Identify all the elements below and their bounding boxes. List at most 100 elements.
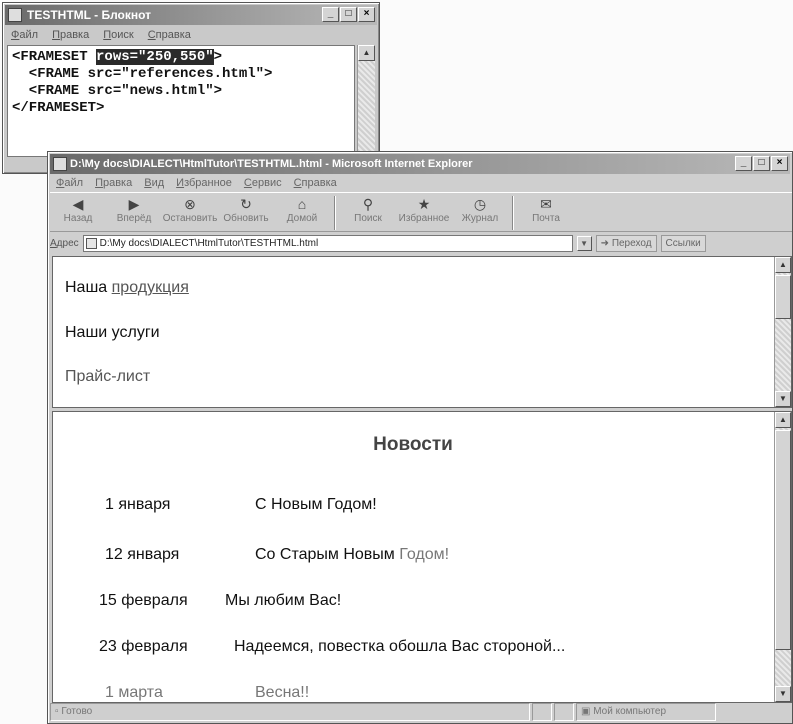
notepad-scrollbar[interactable]: ▲: [357, 45, 375, 157]
status-zone: ▣ Мой компьютер: [576, 703, 716, 721]
browser-minimize-button[interactable]: _: [735, 156, 752, 171]
maximize-button[interactable]: □: [340, 7, 357, 22]
menu-view[interactable]: Вид: [144, 174, 164, 192]
menu-edit[interactable]: Правка: [52, 26, 89, 44]
browser-menubar: Файл Правка Вид Избранное Сервис Справка: [50, 174, 790, 192]
browser-close-button[interactable]: ×: [771, 156, 788, 171]
go-button[interactable]: ➜ Переход: [595, 235, 657, 252]
products-line: Наша продукция: [65, 279, 189, 297]
news-date: 23 февраля: [99, 638, 188, 655]
favorites-icon: ★: [417, 196, 431, 212]
menu-favorites[interactable]: Избранное: [176, 174, 232, 192]
search-icon: ⚲: [362, 196, 374, 212]
notepad-title: TESTHTML - Блокнот: [27, 8, 152, 22]
browser-toolbar: ◀ Назад ▶ Вперёд ⊗ Остановить ↻ Обновить ⌂ До…: [50, 192, 792, 232]
menu-file[interactable]: Файл: [11, 26, 38, 44]
ie-app-icon: [53, 157, 67, 171]
scroll-up-button[interactable]: ▲: [775, 412, 791, 428]
news-text: С Новым Годом!: [255, 496, 377, 513]
go-arrow-icon: ➜: [600, 238, 610, 249]
home-label: Домой: [286, 213, 318, 224]
minimize-button[interactable]: _: [322, 7, 339, 22]
code-selection: rows="250,550": [96, 49, 214, 65]
news-row: 15 февраля Мы любим Вас!: [99, 592, 341, 610]
scroll-thumb[interactable]: [775, 430, 791, 650]
favorites-label: Избранное: [398, 213, 450, 224]
history-label: Журнал: [461, 213, 499, 224]
notepad-text-area[interactable]: <FRAMESET rows="250,550"> <FRAME src="re…: [7, 45, 355, 157]
news-row: 1 января С Новым Годом!: [105, 496, 377, 514]
menu-help[interactable]: Справка: [148, 26, 191, 44]
browser-title: D:\My docs\DIALECT\HtmlTutor\TESTHTML.ht…: [70, 158, 473, 170]
scroll-up-button[interactable]: ▲: [775, 257, 791, 273]
close-button[interactable]: ×: [358, 7, 375, 22]
products-link[interactable]: продукция: [112, 279, 189, 296]
status-zone-label: Мой компьютер: [593, 706, 667, 717]
links-button[interactable]: Ссылки: [660, 235, 706, 252]
code-line-1-prefix: <FRAMESET: [12, 49, 97, 65]
history-icon: ◷: [473, 196, 487, 212]
home-icon: ⌂: [297, 196, 307, 212]
back-button[interactable]: ◀ Назад: [50, 193, 106, 231]
notepad-app-icon: [8, 8, 22, 22]
news-date: 12 января: [105, 546, 180, 563]
menu-search[interactable]: Поиск: [103, 26, 133, 44]
news-row: 23 февраля Надеемся, повестка обошла Вас …: [99, 638, 565, 656]
scroll-down-button[interactable]: ▼: [775, 686, 791, 702]
price-list-link[interactable]: Прайс-лист: [65, 368, 150, 386]
stop-button[interactable]: ⊗ Остановить: [162, 193, 218, 231]
scroll-thumb[interactable]: [775, 275, 791, 319]
code-line-2: <FRAME src="references.html">: [12, 66, 273, 82]
back-label: Назад: [63, 213, 93, 224]
forward-arrow-icon: ▶: [128, 196, 140, 212]
search-button[interactable]: ⚲ Поиск: [340, 193, 396, 231]
page-icon: ▫: [55, 706, 59, 717]
home-button[interactable]: ⌂ Домой: [274, 193, 330, 231]
refresh-button[interactable]: ↻ Обновить: [218, 193, 274, 231]
refresh-icon: ↻: [240, 196, 252, 212]
frame-news: Новости 1 января С Новым Годом! 12 января…: [52, 411, 792, 703]
toolbar-separator: [334, 196, 336, 230]
stop-label: Остановить: [162, 213, 218, 224]
status-text: ▫ Готово: [50, 703, 530, 721]
news-date: 1 января: [105, 496, 171, 513]
mail-button[interactable]: ✉ Почта: [518, 193, 574, 231]
products-prefix: Наша: [65, 279, 112, 296]
browser-window: D:\My docs\DIALECT\HtmlTutor\TESTHTML.ht…: [47, 151, 793, 724]
favorites-button[interactable]: ★ Избранное: [396, 193, 452, 231]
news-heading: Новости: [373, 434, 453, 455]
forward-button[interactable]: ▶ Вперёд: [106, 193, 162, 231]
status-bar: ▫ Готово ▣ Мой компьютер: [50, 703, 792, 721]
notepad-titlebar[interactable]: TESTHTML - Блокнот _ □ ×: [5, 5, 377, 25]
news-text: Надеемся, повестка обошла Вас стороной..…: [234, 638, 566, 655]
page-icon: [85, 238, 97, 249]
browser-maximize-button[interactable]: □: [753, 156, 770, 171]
browser-titlebar[interactable]: D:\My docs\DIALECT\HtmlTutor\TESTHTML.ht…: [50, 154, 790, 174]
toolbar-separator: [512, 196, 514, 230]
code-line-4: </FRAMESET>: [12, 100, 105, 116]
history-button[interactable]: ◷ Журнал: [452, 193, 508, 231]
news-date: 15 февраля: [99, 592, 188, 609]
news-text: Весна!!: [255, 684, 310, 701]
address-value: D:\My docs\DIALECT\HtmlTutor\TESTHTML.ht…: [99, 238, 319, 249]
menu-edit[interactable]: Правка: [95, 174, 132, 192]
frame-top-scrollbar[interactable]: ▲ ▼: [774, 257, 791, 407]
scroll-up-button[interactable]: ▲: [358, 45, 375, 61]
address-dropdown-button[interactable]: ▼: [576, 236, 592, 251]
menu-file[interactable]: Файл: [56, 174, 83, 192]
code-line-1-suffix: >: [213, 49, 223, 65]
stop-icon: ⊗: [184, 196, 196, 212]
scroll-down-button[interactable]: ▼: [775, 391, 791, 407]
services-text: Наши услуги: [65, 324, 160, 341]
price-list-label: Прайс-лист: [65, 368, 151, 385]
frame-bottom-scrollbar[interactable]: ▲ ▼: [774, 412, 791, 702]
menu-tools[interactable]: Сервис: [244, 174, 282, 192]
status-cell: [554, 703, 574, 721]
menu-help[interactable]: Справка: [294, 174, 337, 192]
news-row: 1 марта Весна!!: [105, 684, 309, 702]
code-line-3: <FRAME src="news.html">: [12, 83, 223, 99]
computer-icon: ▣: [581, 706, 591, 717]
address-input[interactable]: D:\My docs\DIALECT\HtmlTutor\TESTHTML.ht…: [82, 235, 573, 252]
address-label: Адрес: [50, 238, 79, 249]
news-text: Мы любим Вас!: [225, 592, 342, 609]
